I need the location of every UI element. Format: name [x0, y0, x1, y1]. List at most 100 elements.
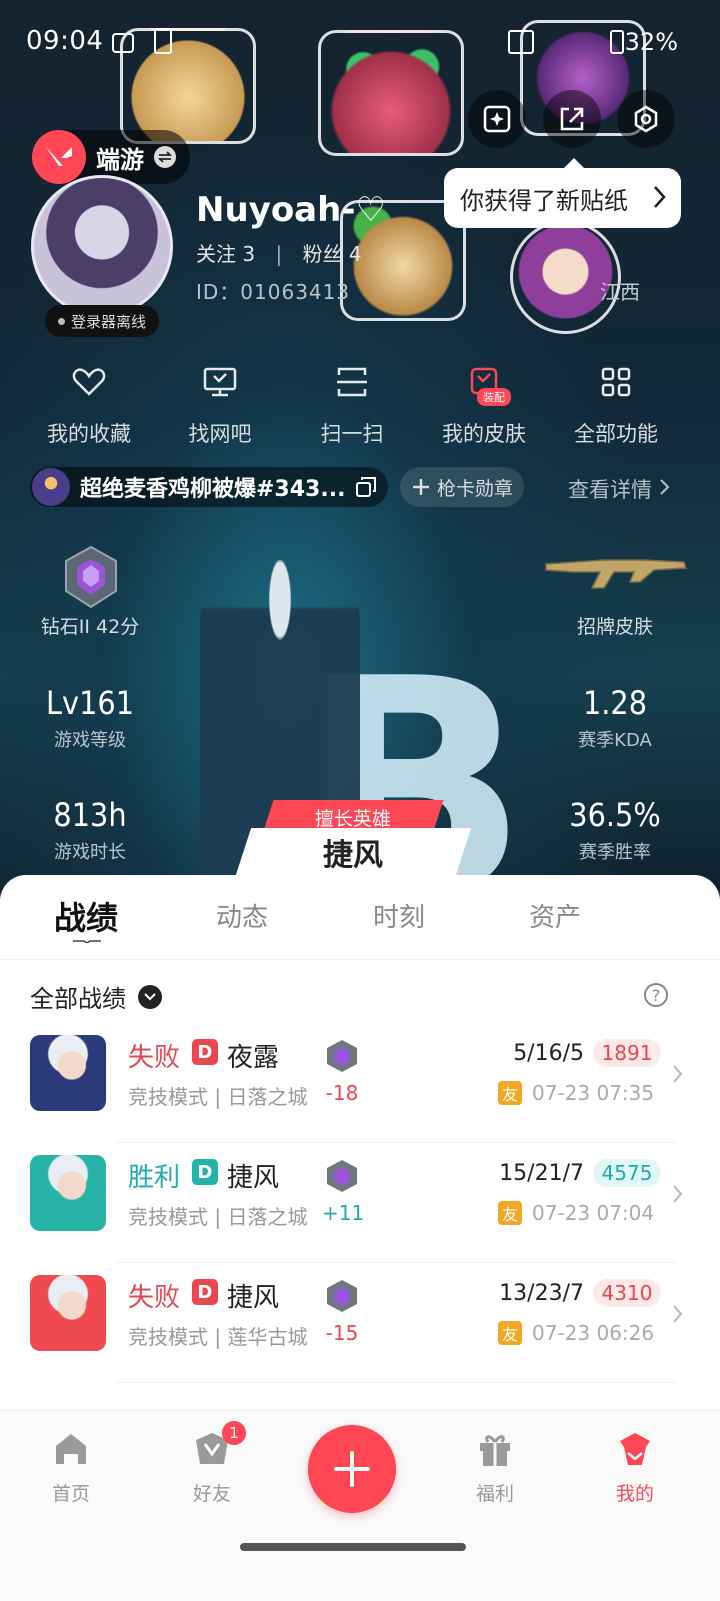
equip-badge: 装配: [477, 388, 511, 406]
nav-welfare[interactable]: 福利: [450, 1427, 540, 1506]
match-result: 失败: [128, 1043, 181, 1073]
new-sticker-tooltip[interactable]: 你获得了新贴纸: [444, 158, 681, 228]
help-icon[interactable]: ?: [644, 983, 668, 1007]
scan-button[interactable]: 扫一扫: [287, 360, 417, 448]
game-name: 端游: [96, 145, 144, 174]
match-time: 07-23 07:35: [532, 1081, 655, 1105]
rifle-skin-icon: [545, 559, 688, 589]
level-value: Lv161: [46, 684, 134, 722]
match-row[interactable]: 失败 D 捷风 竞技模式 | 莲华古城 -15 13/23/7 4310 友 07-23 06:…: [0, 1275, 720, 1395]
rank-text: 钻石II 42分: [40, 616, 140, 638]
favorites-button[interactable]: 我的收藏: [24, 360, 154, 448]
chevron-right-icon: [673, 1065, 683, 1083]
settings-button[interactable]: [617, 90, 675, 148]
match-row[interactable]: 胜利 D 捷风 竞技模式 | 日落之城 +11 15/21/7 4575 友 07-23 07:…: [0, 1155, 720, 1275]
rank-icon: [327, 1280, 357, 1312]
level-label: 游戏等级: [54, 730, 126, 751]
skin-label: 招牌皮肤: [576, 616, 653, 638]
function-row: 我的收藏 找网吧 扫一扫 装配 我的皮肤 全部功能: [0, 360, 720, 450]
internet-cafe-button[interactable]: 找网吧: [155, 360, 285, 448]
rank-delta: +11: [322, 1201, 365, 1225]
share-icon: [560, 107, 584, 131]
profile-header: 09:04 32% 你获得了新贴纸 端游 登录器离线 Nuyoah-♡ 关注 3…: [0, 0, 720, 900]
divider: [0, 959, 720, 960]
friend-badge: 友: [498, 1201, 522, 1225]
match-score: 4575: [593, 1159, 661, 1187]
agent-name: 夜露: [227, 1043, 280, 1073]
chevron-down-icon: [138, 984, 162, 1009]
view-details-link[interactable]: 查看详情: [568, 474, 671, 504]
user-id: ID：01063413: [196, 280, 351, 304]
bottom-nav: 首页 好友 1 福利 我的: [0, 1410, 720, 1601]
copy-icon[interactable]: [355, 476, 377, 498]
agent-name: 捷风: [227, 1163, 280, 1193]
rank-icon: [327, 1160, 357, 1192]
card-badge-button[interactable]: 枪卡勋章: [400, 467, 524, 507]
tab-moments[interactable]: 时刻: [373, 897, 425, 934]
kda-label: 赛季KDA: [578, 730, 652, 751]
match-kda: 15/21/7: [499, 1161, 584, 1186]
all-functions-label: 全部功能: [574, 422, 658, 446]
internet-cafe-label: 找网吧: [188, 422, 252, 446]
player-card-name: 超绝麦香鸡柳被爆#343...: [80, 477, 346, 502]
sparkle-frame-icon: [483, 105, 511, 133]
fans-link[interactable]: 粉丝 4: [303, 242, 362, 266]
friend-badge: 友: [498, 1081, 522, 1105]
follow-link[interactable]: 关注 3: [196, 242, 255, 266]
agent-name: 捷风: [227, 1283, 280, 1313]
home-indicator[interactable]: [240, 1543, 466, 1551]
create-post-button[interactable]: [308, 1425, 396, 1513]
nav-mine[interactable]: 我的: [590, 1427, 680, 1506]
sticker-edit-button[interactable]: [468, 90, 526, 148]
location-text: 江西: [600, 280, 640, 304]
share-button[interactable]: [543, 90, 601, 148]
rank-delta: -15: [325, 1321, 359, 1345]
my-skins-button[interactable]: 装配 我的皮肤: [419, 360, 549, 448]
status-dot-icon: [57, 317, 65, 325]
friends-badge: 1: [222, 1421, 246, 1445]
plus-icon: [334, 1451, 370, 1487]
divider: |: [275, 242, 283, 266]
tab-bar: 战绩 动态 时刻 资产: [0, 875, 720, 959]
nav-home[interactable]: 首页: [26, 1427, 116, 1506]
profile-icon: [590, 1427, 680, 1471]
player-card[interactable]: 超绝麦香鸡柳被爆#343...: [30, 467, 388, 507]
player-card-thumbnail: [32, 468, 70, 506]
nav-welfare-label: 福利: [475, 1483, 514, 1505]
scan-label: 扫一扫: [320, 422, 384, 446]
best-hero-name[interactable]: 捷风: [243, 830, 463, 874]
agent-portrait: [30, 1035, 106, 1111]
match-mode-map: 竞技模式 | 日落之城: [128, 1085, 308, 1109]
tab-records[interactable]: 战绩: [54, 893, 118, 939]
valorant-logo-icon: [32, 130, 86, 184]
divider: [116, 1142, 676, 1143]
chevron-right-icon: [654, 186, 666, 208]
card-badge-label: 枪卡勋章: [436, 477, 513, 500]
all-functions-button[interactable]: 全部功能: [551, 360, 681, 448]
tab-assets[interactable]: 资产: [529, 897, 581, 934]
follow-stats: 关注 3 | 粉丝 4: [196, 238, 362, 267]
status-time: 09:04: [26, 26, 104, 56]
records-filter-label: 全部战绩: [30, 985, 126, 1013]
match-score: 4310: [593, 1279, 661, 1307]
grid-icon: [551, 360, 681, 404]
tab-feed[interactable]: 动态: [216, 897, 268, 934]
gear-icon: [634, 105, 658, 133]
avatar[interactable]: [31, 175, 173, 317]
location: 江西: [600, 276, 640, 305]
agent-portrait: [30, 1275, 106, 1351]
follow-count: 3: [242, 242, 256, 266]
records-filter[interactable]: 全部战绩: [30, 979, 162, 1014]
tooltip-text: 你获得了新贴纸: [460, 186, 628, 215]
diamond-rank-icon: [65, 545, 117, 609]
sticker-cake[interactable]: [318, 30, 464, 156]
phone-icon: [154, 28, 172, 54]
match-row[interactable]: 失败 D 夜露 竞技模式 | 日落之城 -18 5/16/5 1891 友 07-23 07:3…: [0, 1035, 720, 1155]
match-mode-map: 竞技模式 | 莲华古城: [128, 1325, 308, 1349]
match-kda: 13/23/7: [499, 1281, 584, 1306]
gift-icon: [450, 1427, 540, 1471]
home-icon: [26, 1427, 116, 1471]
match-kda: 5/16/5: [513, 1041, 584, 1066]
sticker-cake[interactable]: [120, 28, 256, 144]
hours-label: 游戏时长: [54, 842, 126, 863]
